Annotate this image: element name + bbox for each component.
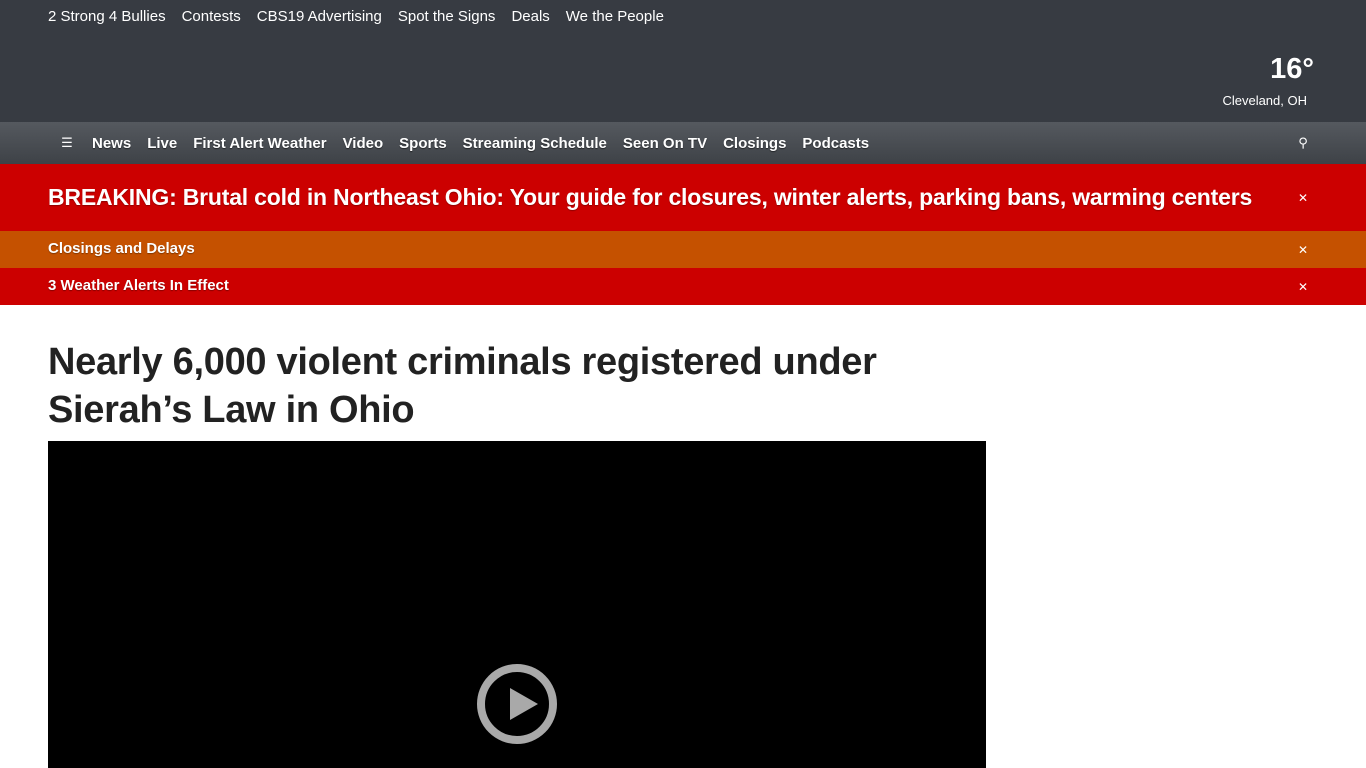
weather-alerts-text[interactable]: 3 Weather Alerts In Effect <box>48 277 229 294</box>
breaking-news-banner[interactable]: BREAKING: Brutal cold in Northeast Ohio:… <box>0 164 1366 231</box>
main-nav: ☰ News Live First Alert Weather Video Sp… <box>0 122 1366 164</box>
quick-link-cbs19-advertising[interactable]: CBS19 Advertising <box>257 7 382 27</box>
menu-icon[interactable]: ☰ <box>60 135 74 150</box>
play-icon[interactable] <box>477 664 557 744</box>
top-header: 2 Strong 4 Bullies Contests CBS19 Advert… <box>0 0 1366 122</box>
quick-link-2-strong-4-bullies[interactable]: 2 Strong 4 Bullies <box>48 7 166 27</box>
weather-location: Cleveland, OH <box>1222 93 1307 108</box>
nav-item-news[interactable]: News <box>92 135 131 152</box>
quick-link-contests[interactable]: Contests <box>182 7 241 27</box>
nav-item-closings[interactable]: Closings <box>723 135 786 152</box>
closings-banner-text[interactable]: Closings and Delays <box>48 240 195 257</box>
alerts-close-icon[interactable]: ✕ <box>1296 280 1310 294</box>
closings-banner[interactable]: Closings and Delays ✕ <box>0 231 1366 268</box>
nav-item-streaming-schedule[interactable]: Streaming Schedule <box>463 135 607 152</box>
nav-item-first-alert-weather[interactable]: First Alert Weather <box>193 135 326 152</box>
quick-link-spot-the-signs[interactable]: Spot the Signs <box>398 7 496 27</box>
nav-item-sports[interactable]: Sports <box>399 135 447 152</box>
nav-item-video[interactable]: Video <box>343 135 384 152</box>
nav-item-podcasts[interactable]: Podcasts <box>802 135 869 152</box>
quick-link-deals[interactable]: Deals <box>511 7 549 27</box>
weather-widget[interactable]: 16° Cleveland, OH <box>1222 52 1314 109</box>
quick-link-we-the-people[interactable]: We the People <box>566 7 664 27</box>
breaking-news-text[interactable]: BREAKING: Brutal cold in Northeast Ohio:… <box>48 184 1252 211</box>
breaking-close-icon[interactable]: ✕ <box>1296 191 1310 205</box>
quick-links: 2 Strong 4 Bullies Contests CBS19 Advert… <box>48 7 664 27</box>
article-headline: Nearly 6,000 violent criminals registere… <box>48 341 877 431</box>
weather-alerts-banner[interactable]: 3 Weather Alerts In Effect ✕ <box>0 268 1366 305</box>
nav-item-live[interactable]: Live <box>147 135 177 152</box>
video-player[interactable] <box>48 441 986 768</box>
nav-item-seen-on-tv[interactable]: Seen On TV <box>623 135 707 152</box>
play-triangle <box>510 688 538 720</box>
weather-temperature: 16° <box>1270 53 1314 85</box>
closings-close-icon[interactable]: ✕ <box>1296 243 1310 257</box>
search-icon[interactable]: ⚲ <box>1296 135 1310 150</box>
